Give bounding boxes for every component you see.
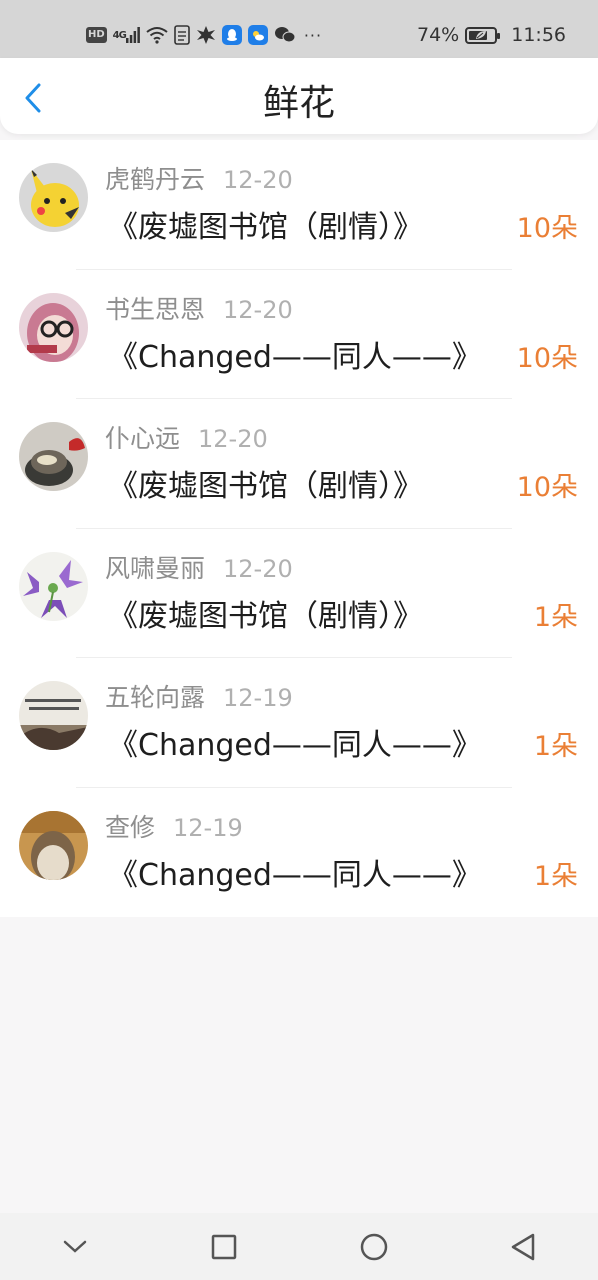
qq-icon: [221, 25, 242, 45]
list-item[interactable]: 查修 12-19 《Changed——同人——》 1朵: [0, 788, 598, 918]
flower-count: 10朵: [516, 342, 578, 374]
flower-count: 1朵: [533, 860, 578, 892]
back-nav-button[interactable]: [493, 1222, 553, 1272]
user-line: 仆心远 12-20: [105, 419, 268, 455]
flower-count: 10朵: [516, 472, 578, 503]
flower-count: 10朵: [516, 213, 578, 244]
username[interactable]: 五轮向露: [105, 678, 205, 714]
date: 12-20: [198, 425, 268, 453]
username[interactable]: 仆心远: [105, 419, 180, 455]
list-item[interactable]: 仆心远 12-20 《废墟图书馆（剧情）》 10朵: [0, 399, 598, 529]
page-header: 鲜花: [0, 58, 598, 134]
book-title[interactable]: 《废墟图书馆（剧情）》: [108, 202, 423, 246]
page-title: 鲜花: [262, 83, 335, 124]
user-line: 查修 12-19: [105, 808, 243, 844]
battery-icon: [465, 26, 501, 44]
status-icons-left: HD 4G ···: [86, 21, 322, 49]
avatar[interactable]: [19, 163, 88, 232]
user-line: 虎鹤丹云 12-20: [105, 160, 293, 196]
signal-icon: 4G: [113, 24, 140, 46]
avatar[interactable]: [19, 292, 88, 362]
username[interactable]: 虎鹤丹云: [105, 160, 205, 196]
recents-button[interactable]: [194, 1222, 254, 1272]
user-line: 风啸曼丽 12-20: [105, 549, 293, 585]
username[interactable]: 书生思恩: [105, 290, 205, 326]
system-nav-bar: [0, 1213, 598, 1280]
flower-count: 1朵: [533, 601, 578, 633]
date: 12-20: [223, 554, 293, 583]
document-icon: [174, 24, 190, 46]
home-button[interactable]: [344, 1222, 404, 1272]
recents-square-icon: [212, 1234, 237, 1259]
clock: 11:56: [511, 24, 566, 46]
username[interactable]: 风啸曼丽: [105, 549, 205, 585]
hd-icon: HD: [86, 27, 107, 43]
list-item[interactable]: 风啸曼丽 12-20 《废墟图书馆（剧情）》 1朵: [0, 529, 598, 658]
status-icons-right: 74% 11:56: [417, 21, 566, 49]
weather-icon: [247, 25, 268, 45]
explosion-app-icon: [196, 24, 216, 46]
list-item[interactable]: 虎鹤丹云 12-20 《废墟图书馆（剧情）》 10朵: [0, 140, 598, 270]
avatar[interactable]: [19, 810, 88, 880]
flower-record-list: 虎鹤丹云 12-20 《废墟图书馆（剧情）》 10朵 书生思恩 12-20 《C…: [0, 140, 598, 917]
chevron-down-icon: [63, 1240, 86, 1253]
book-title[interactable]: 《废墟图书馆（剧情）》: [108, 591, 423, 635]
flower-count: 1朵: [533, 731, 578, 762]
network-type-label: 4G: [112, 29, 127, 41]
date: 12-19: [223, 684, 293, 712]
date: 12-20: [223, 166, 293, 194]
home-circle-icon: [360, 1233, 387, 1260]
avatar[interactable]: [19, 551, 88, 621]
date: 12-20: [223, 295, 293, 324]
date: 12-19: [173, 813, 243, 842]
user-line: 书生思恩 12-20: [105, 290, 293, 326]
avatar[interactable]: [19, 681, 88, 750]
status-bar: HD 4G ··· 74% 11:56: [0, 0, 598, 58]
more-dots-icon: ···: [303, 25, 323, 45]
avatar[interactable]: [19, 422, 88, 491]
username[interactable]: 查修: [105, 808, 155, 844]
book-title[interactable]: 《Changed——同人——》: [108, 850, 482, 894]
wifi-icon: [146, 24, 168, 46]
back-triangle-icon: [512, 1233, 535, 1260]
book-title[interactable]: 《废墟图书馆（剧情）》: [108, 461, 423, 505]
hide-nav-button[interactable]: [45, 1222, 105, 1272]
battery-percent: 74%: [417, 24, 460, 46]
user-line: 五轮向露 12-19: [105, 678, 293, 714]
book-title[interactable]: 《Changed——同人——》: [108, 720, 482, 764]
list-item[interactable]: 书生思恩 12-20 《Changed——同人——》 10朵: [0, 270, 598, 399]
wechat-icon: [274, 24, 296, 46]
book-title[interactable]: 《Changed——同人——》: [108, 332, 482, 376]
list-item[interactable]: 五轮向露 12-19 《Changed——同人——》 1朵: [0, 658, 598, 788]
